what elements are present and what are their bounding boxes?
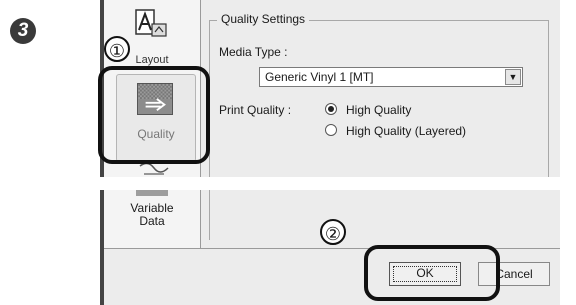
settings-area-continued — [201, 190, 560, 248]
variable-data-icon-top — [139, 162, 169, 175]
callout-ring-1 — [98, 66, 210, 164]
quality-settings-group — [209, 20, 549, 177]
callout-number-1: ① — [104, 36, 130, 62]
chevron-down-icon[interactable]: ▼ — [505, 69, 521, 85]
radio-high-quality-layered[interactable]: High Quality (Layered) — [325, 124, 466, 138]
quality-settings-area: Quality Settings Media Type : Generic Vi… — [201, 0, 560, 177]
media-type-label: Media Type : — [219, 45, 288, 59]
tab-variable-data[interactable]: Variable Data — [104, 190, 201, 248]
print-quality-label: Print Quality : — [219, 103, 292, 117]
radio-unselected-icon[interactable] — [325, 124, 337, 136]
callout-number-2: ② — [320, 219, 346, 245]
callout-ring-2 — [364, 245, 500, 301]
media-type-value: Generic Vinyl 1 [MT] — [265, 70, 374, 84]
variable-data-icon — [136, 190, 168, 196]
radio-high-quality[interactable]: High Quality — [325, 103, 411, 117]
radio-selected-icon[interactable] — [325, 103, 337, 115]
media-type-select[interactable]: Generic Vinyl 1 [MT] ▼ — [259, 67, 523, 87]
tab-variable-data-label: Variable Data — [104, 202, 200, 228]
step-3-badge: 3 — [10, 18, 36, 44]
quality-settings-title: Quality Settings — [217, 12, 310, 26]
group-box-edge — [209, 190, 210, 240]
tab-variable-data-label-line2: Data — [139, 214, 165, 228]
radio-high-quality-layered-label: High Quality (Layered) — [346, 124, 467, 138]
layout-icon — [135, 9, 167, 37]
radio-high-quality-label: High Quality — [346, 103, 412, 117]
cancel-button-label: Cancel — [495, 267, 533, 281]
